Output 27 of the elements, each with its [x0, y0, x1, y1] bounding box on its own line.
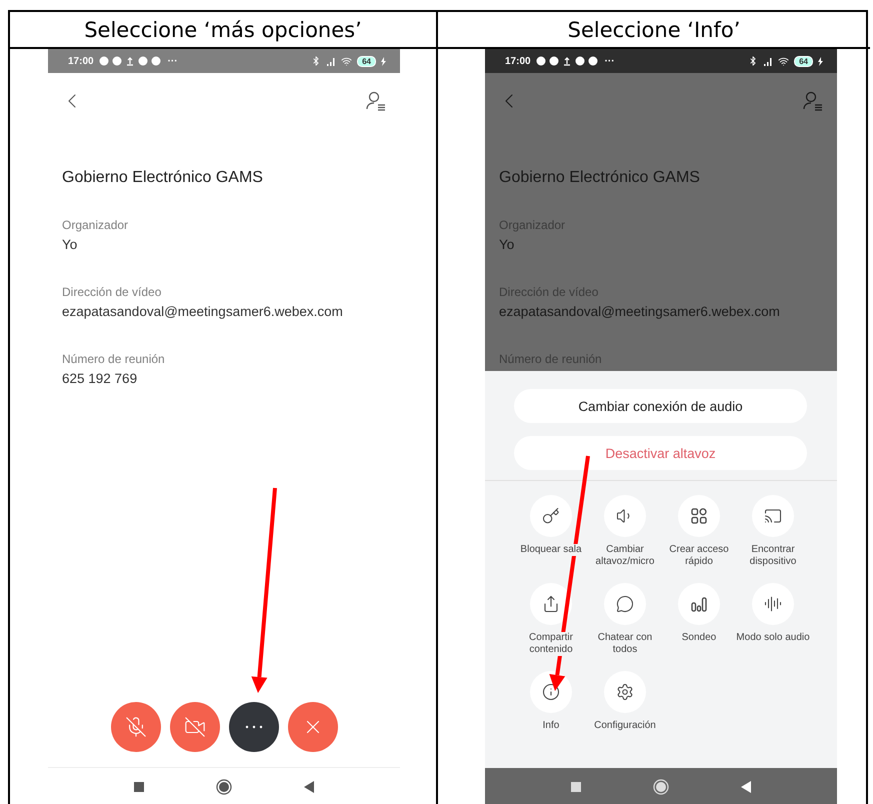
more-notifications: ··· [168, 56, 178, 66]
option-item[interactable]: Configuración [588, 671, 662, 759]
field-value: Yo [62, 237, 78, 252]
option-item[interactable]: Info [514, 671, 588, 759]
option-item[interactable]: Crear acceso rápido [662, 495, 736, 583]
status-time: 17:00 [505, 56, 531, 66]
field-value: ezapatasandoval@meetingsamer6.webex.com [499, 304, 780, 319]
battery-level: 64 [794, 56, 813, 66]
field-value: 625 192 769 [62, 371, 138, 386]
option-item[interactable]: Encontrar dispositivo [736, 495, 810, 583]
option-item[interactable]: Cambiar altavoz/micro [588, 495, 662, 583]
field-label: Dirección de vídeo [62, 285, 162, 299]
option-item[interactable]: Sondeo [662, 583, 736, 671]
field-value: Yo [499, 237, 514, 252]
field-label: Organizador [62, 218, 128, 232]
option-item[interactable]: Bloquear sala [514, 495, 588, 583]
meeting-title: Gobierno Electrónico GAMS [499, 169, 700, 187]
meeting-title: Gobierno Electrónico GAMS [62, 169, 263, 187]
option-item[interactable]: Chatear con todos [588, 583, 662, 671]
field-label: Número de reunión [62, 352, 165, 366]
status-time: 17:00 [68, 56, 94, 66]
option-item[interactable]: Compartir contenido [514, 583, 588, 671]
field-value: ezapatasandoval@meetingsamer6.webex.com [62, 304, 343, 319]
option-item[interactable]: Modo solo audio [736, 583, 810, 671]
battery-level: 64 [357, 56, 376, 66]
more-notifications: ··· [604, 56, 615, 66]
sheet-action-button[interactable]: Cambiar conexión de audio [514, 389, 807, 423]
